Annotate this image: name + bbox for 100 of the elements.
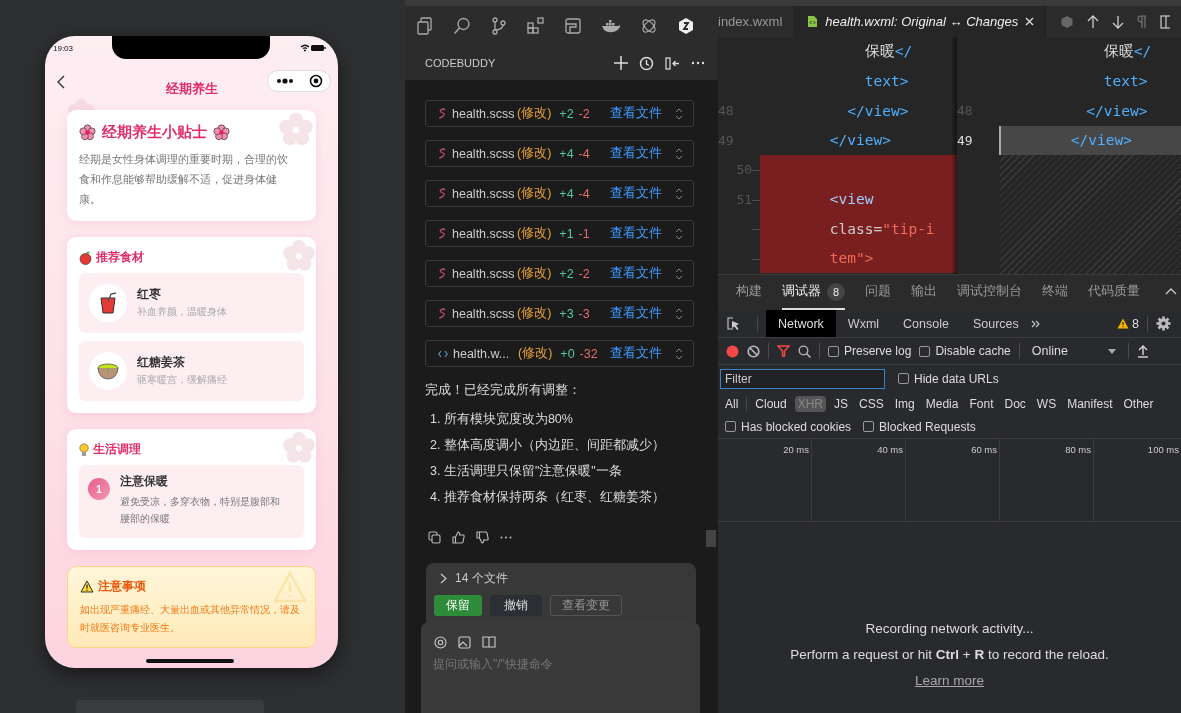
clear-icon[interactable] [747,344,760,358]
apple-icon [79,250,92,265]
expand-icon[interactable] [675,227,683,240]
expand-icon[interactable] [675,147,683,160]
type-filter[interactable]: Doc [1001,395,1029,412]
at-sign-icon[interactable] [434,636,447,649]
view-file-link[interactable]: 查看文件 [610,105,662,122]
files-icon[interactable] [416,17,434,35]
devtools-tab[interactable]: Console [891,310,961,337]
expand-icon[interactable] [675,267,683,280]
close-target-icon[interactable] [308,74,323,88]
learn-more-link[interactable]: Learn more [914,673,984,688]
extensions-icon[interactable] [527,17,545,35]
settings-icon[interactable] [1156,316,1171,331]
inspect-icon[interactable] [727,316,741,331]
scrollbar-thumb[interactable] [706,530,716,547]
expand-icon[interactable] [675,347,683,360]
view-file-link[interactable]: 查看文件 [610,305,662,322]
double-chevron-icon[interactable] [1030,319,1040,328]
removed-count: -32 [579,346,598,361]
type-filter[interactable]: Manifest [1064,395,1116,412]
chevron-icon[interactable] [440,573,447,584]
time-tick: 20 ms [783,444,809,455]
thumbs-down-icon[interactable] [476,531,489,544]
checkbox[interactable] [863,421,875,432]
type-filter[interactable]: Font [966,395,997,412]
action-button[interactable]: 撤销 [490,595,542,616]
history-icon[interactable] [639,55,654,71]
type-filter[interactable]: JS [831,395,852,412]
close-icon[interactable] [1025,17,1035,26]
file-name: health.scss [452,146,512,161]
checkbox[interactable] [919,345,931,357]
capsule-menu[interactable] [267,70,331,92]
type-filter[interactable]: WS [1033,395,1060,412]
panel-tab[interactable]: 终端 [1042,275,1068,310]
search-icon[interactable] [453,17,471,35]
panel-tab[interactable]: 问题 [865,275,891,310]
collapse-icon[interactable] [665,56,680,70]
split-icon[interactable] [1160,14,1171,29]
type-filter[interactable]: Img [891,395,918,412]
type-filter[interactable]: All [722,395,742,412]
checkbox[interactable] [898,373,909,384]
devtools-tab[interactable]: Wxml [835,310,892,337]
hexagon-logo-icon[interactable] [677,17,695,35]
more-icon[interactable] [500,536,512,539]
file-status: (修改) [517,145,552,162]
branch-icon[interactable] [490,17,508,35]
expand-icon[interactable] [675,307,683,320]
checkbox-label: Has blocked cookies [741,419,852,434]
warning-count[interactable]: 8 [1132,316,1139,331]
panel-tab[interactable]: 输出 [911,275,937,310]
tip-title: 注意保暖 [120,474,168,489]
orbit-icon[interactable] [640,17,658,35]
filter-icon[interactable] [777,345,790,357]
panel-tab[interactable]: 调试控制台 [957,275,1022,310]
more-icon[interactable] [691,61,705,65]
expand-icon[interactable] [675,187,683,200]
view-file-link[interactable]: 查看文件 [610,145,662,162]
plus-icon[interactable] [614,56,628,70]
type-filter[interactable]: Other [1120,395,1157,412]
editor-tab[interactable]: health.wxml: Original ↔ Changes [795,6,1046,37]
book-icon[interactable] [482,636,496,648]
devtools-tab[interactable]: Sources [960,310,1031,337]
panel-icon[interactable] [564,17,582,35]
view-file-link[interactable]: 查看文件 [610,345,662,362]
panel-tab[interactable]: 构建 [736,275,762,310]
type-filter[interactable]: Cloud [752,395,790,412]
throttling-dropdown[interactable]: Online [1027,344,1120,358]
devtools-tab[interactable]: Network [766,310,836,337]
checkbox-label: Disable cache [935,344,1011,358]
upload-icon[interactable] [1136,344,1149,358]
hexagon-icon[interactable] [1060,14,1075,29]
back-icon[interactable] [57,75,65,89]
view-file-link[interactable]: 查看文件 [610,185,662,202]
search-icon[interactable] [798,344,811,358]
time-tick: 60 ms [971,444,997,455]
pilcrow-icon[interactable] [1137,14,1148,29]
panel-tab[interactable]: 代码质量 [1088,275,1140,310]
filter-input[interactable]: Filter [720,368,885,389]
caret-up-icon[interactable] [1165,288,1177,295]
expand-icon[interactable] [675,107,683,120]
file-status: (修改) [517,105,552,122]
action-button[interactable]: 查看变更 [550,595,622,616]
copy-icon[interactable] [428,531,441,544]
type-filter[interactable]: CSS [856,395,887,412]
checkbox[interactable] [725,421,736,432]
arrow-up-icon[interactable] [1087,14,1100,29]
image-icon[interactable] [458,636,471,649]
view-file-link[interactable]: 查看文件 [610,265,662,282]
food-item[interactable]: 红糖姜茶 驱寒暖宫，缓解痛经 [79,341,304,401]
action-button[interactable]: 保留 [434,595,482,616]
food-item[interactable]: 红枣 补血养颜，温暖身体 [79,273,304,333]
files-count[interactable]: 14 个文件 [455,570,508,587]
view-file-link[interactable]: 查看文件 [610,225,662,242]
more-icon[interactable] [275,78,294,84]
arrow-down-icon[interactable] [1112,14,1125,29]
checkbox[interactable] [828,345,839,357]
record-icon[interactable] [726,344,739,358]
type-filter[interactable]: Media [922,395,962,412]
thumbs-up-icon[interactable] [452,531,465,544]
